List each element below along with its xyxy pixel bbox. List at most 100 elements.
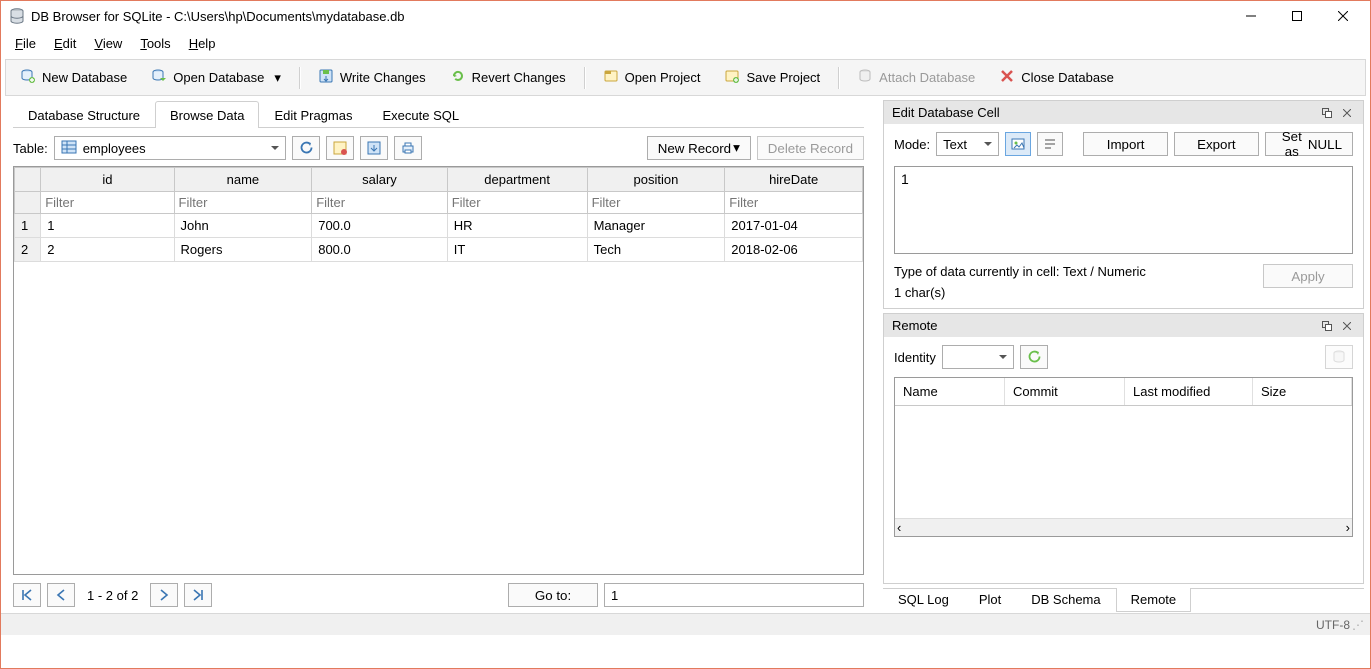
col-salary[interactable]: salary xyxy=(312,168,448,192)
cell[interactable]: 2018-02-06 xyxy=(725,238,863,262)
cell[interactable]: Manager xyxy=(587,214,725,238)
filter-hiredate[interactable] xyxy=(725,192,862,213)
col-hiredate[interactable]: hireDate xyxy=(725,168,863,192)
col-position[interactable]: position xyxy=(587,168,725,192)
col-name[interactable]: Name xyxy=(895,378,1005,405)
close-button[interactable] xyxy=(1320,1,1366,31)
identity-refresh-button[interactable] xyxy=(1020,345,1048,369)
set-null-button[interactable]: Set as NULL xyxy=(1265,132,1353,156)
project-save-icon xyxy=(724,68,740,87)
menu-help[interactable]: Help xyxy=(181,34,224,53)
attach-database-button[interactable]: Attach Database xyxy=(849,64,983,91)
menu-tools[interactable]: Tools xyxy=(132,34,178,53)
remote-table[interactable]: Name Commit Last modified Size ‹ › xyxy=(894,377,1353,537)
goto-input[interactable] xyxy=(604,583,864,607)
identity-label: Identity xyxy=(894,350,936,365)
tab-remote[interactable]: Remote xyxy=(1116,588,1192,612)
menu-view[interactable]: View xyxy=(86,34,130,53)
identity-upload-button[interactable] xyxy=(1325,345,1353,369)
table-row[interactable]: 1 1 John 700.0 HR Manager 2017-01-04 xyxy=(15,214,863,238)
col-id[interactable]: id xyxy=(41,168,174,192)
cell[interactable]: HR xyxy=(447,214,587,238)
label: Open Project xyxy=(625,70,701,85)
close-database-button[interactable]: Close Database xyxy=(991,64,1122,91)
cell[interactable]: Rogers xyxy=(174,238,312,262)
import-button[interactable]: Import xyxy=(1083,132,1168,156)
prev-page-button[interactable] xyxy=(47,583,75,607)
undock-icon[interactable] xyxy=(1319,106,1335,120)
save-project-button[interactable]: Save Project xyxy=(716,64,828,91)
table-row[interactable]: 2 2 Rogers 800.0 IT Tech 2018-02-06 xyxy=(15,238,863,262)
tab-edit-pragmas[interactable]: Edit Pragmas xyxy=(259,101,367,128)
filter-department[interactable] xyxy=(448,192,587,213)
insert-image-button[interactable] xyxy=(1005,132,1031,156)
close-panel-icon[interactable] xyxy=(1339,319,1355,333)
apply-button[interactable]: Apply xyxy=(1263,264,1353,288)
open-project-button[interactable]: Open Project xyxy=(595,64,709,91)
identity-select[interactable] xyxy=(942,345,1014,369)
tab-sql-log[interactable]: SQL Log xyxy=(883,588,964,612)
open-database-button[interactable]: Open Database ▾ xyxy=(143,64,289,91)
title-bar: DB Browser for SQLite - C:\Users\hp\Docu… xyxy=(1,1,1370,31)
table-select[interactable]: employees xyxy=(54,136,286,160)
minimize-button[interactable] xyxy=(1228,1,1274,31)
col-department[interactable]: department xyxy=(447,168,587,192)
attach-icon xyxy=(857,68,873,87)
col-commit[interactable]: Commit xyxy=(1005,378,1125,405)
tab-execute-sql[interactable]: Execute SQL xyxy=(367,101,474,128)
maximize-button[interactable] xyxy=(1274,1,1320,31)
panel-title: Edit Database Cell xyxy=(892,105,1315,120)
tab-database-structure[interactable]: Database Structure xyxy=(13,101,155,128)
col-name[interactable]: name xyxy=(174,168,312,192)
scroll-right-icon[interactable]: › xyxy=(1346,520,1350,535)
filter-position[interactable] xyxy=(588,192,725,213)
cell[interactable]: 1 xyxy=(41,214,174,238)
refresh-button[interactable] xyxy=(292,136,320,160)
revert-changes-button[interactable]: Revert Changes xyxy=(442,64,574,91)
db-open-icon xyxy=(151,68,167,87)
new-record-button[interactable]: New Record▾ xyxy=(647,136,751,160)
cell[interactable]: John xyxy=(174,214,312,238)
undock-icon[interactable] xyxy=(1319,319,1335,333)
save-table-button[interactable] xyxy=(360,136,388,160)
resize-grip-icon[interactable]: ⋰ xyxy=(1350,618,1364,632)
cell[interactable]: IT xyxy=(447,238,587,262)
col-last-modified[interactable]: Last modified xyxy=(1125,378,1253,405)
menu-bar: File Edit View Tools Help xyxy=(1,31,1370,55)
print-button[interactable] xyxy=(394,136,422,160)
pager-status: 1 - 2 of 2 xyxy=(81,588,144,603)
menu-edit[interactable]: Edit xyxy=(46,34,84,53)
data-grid[interactable]: id name salary department position hireD… xyxy=(13,166,864,575)
col-size[interactable]: Size xyxy=(1253,378,1352,405)
next-page-button[interactable] xyxy=(150,583,178,607)
main-tabs: Database Structure Browse Data Edit Prag… xyxy=(13,100,864,128)
first-page-button[interactable] xyxy=(13,583,41,607)
filter-id[interactable] xyxy=(41,192,173,213)
cell[interactable]: Tech xyxy=(587,238,725,262)
menu-file[interactable]: File xyxy=(7,34,44,53)
new-database-button[interactable]: New Database xyxy=(12,64,135,91)
tab-db-schema[interactable]: DB Schema xyxy=(1016,588,1115,612)
cell[interactable]: 700.0 xyxy=(312,214,448,238)
format-button[interactable] xyxy=(1037,132,1063,156)
cell[interactable]: 2 xyxy=(41,238,174,262)
write-changes-button[interactable]: Write Changes xyxy=(310,64,434,91)
clear-filters-button[interactable] xyxy=(326,136,354,160)
mode-select[interactable]: Text xyxy=(936,132,999,156)
goto-button[interactable]: Go to: xyxy=(508,583,598,607)
row-header[interactable]: 2 xyxy=(15,238,41,262)
table-label: Table: xyxy=(13,141,48,156)
tab-browse-data[interactable]: Browse Data xyxy=(155,101,259,128)
filter-name[interactable] xyxy=(175,192,312,213)
export-button[interactable]: Export xyxy=(1174,132,1259,156)
last-page-button[interactable] xyxy=(184,583,212,607)
delete-record-button[interactable]: Delete Record xyxy=(757,136,864,160)
cell-value-editor[interactable]: 1 xyxy=(894,166,1353,254)
cell[interactable]: 2017-01-04 xyxy=(725,214,863,238)
filter-salary[interactable] xyxy=(312,192,447,213)
tab-plot[interactable]: Plot xyxy=(964,588,1016,612)
scroll-left-icon[interactable]: ‹ xyxy=(897,520,901,535)
row-header[interactable]: 1 xyxy=(15,214,41,238)
cell[interactable]: 800.0 xyxy=(312,238,448,262)
close-panel-icon[interactable] xyxy=(1339,106,1355,120)
